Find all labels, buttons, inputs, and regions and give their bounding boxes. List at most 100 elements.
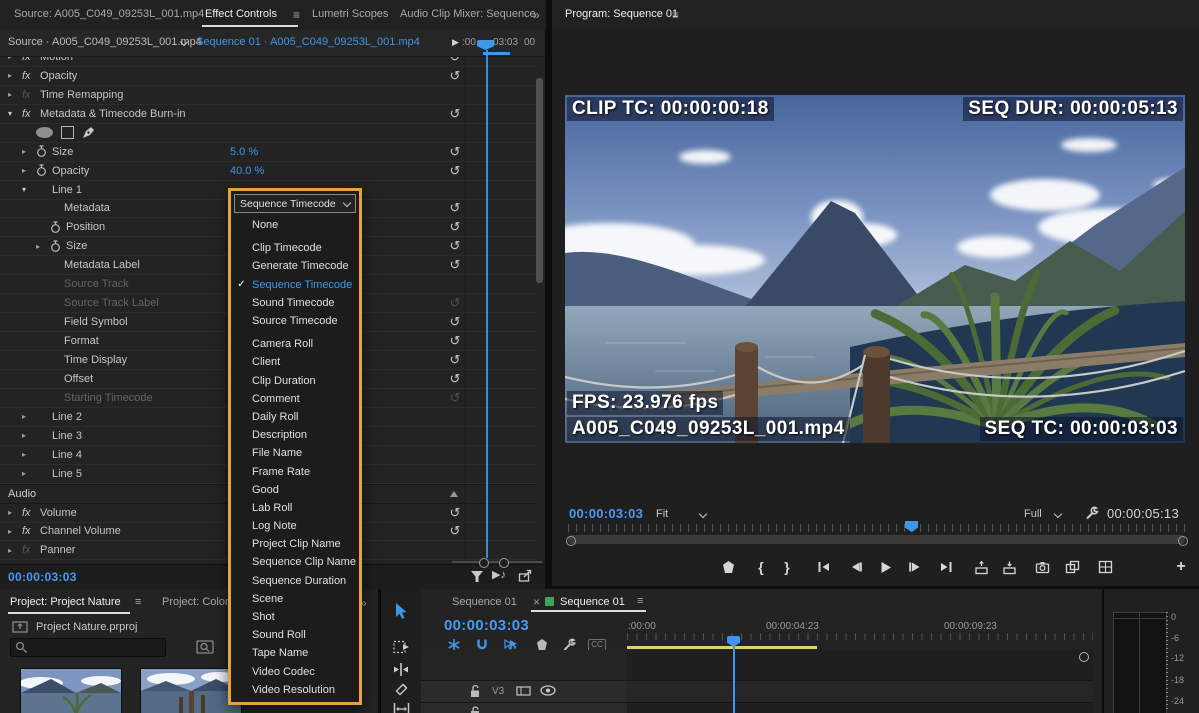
scroll-up-icon[interactable] [450, 491, 458, 497]
effect-row-time-remapping[interactable]: ▸fxTime Remapping [0, 86, 536, 105]
effect-row-opacity[interactable]: ▸fxOpacity↺ [0, 67, 536, 86]
ripple-edit-tool[interactable] [391, 659, 411, 679]
dropdown-item-sound-roll[interactable]: Sound Roll [231, 626, 359, 644]
rect-mask-icon[interactable] [61, 126, 74, 139]
tab-lumetri-scopes[interactable]: Lumetri Scopes [312, 8, 388, 20]
go-to-out-button[interactable] [935, 557, 957, 577]
fx-badge-icon[interactable]: fx [22, 89, 40, 101]
dropdown-item-project-clip-name[interactable]: Project Clip Name [231, 535, 359, 553]
step-forward-button[interactable] [904, 557, 926, 577]
program-current-timecode[interactable]: 00:00:03:03 [569, 506, 643, 521]
filter-properties-icon[interactable] [470, 570, 485, 584]
slip-tool[interactable] [391, 699, 411, 713]
overflow-chevron-icon[interactable]: » [533, 8, 540, 22]
tab-effect-controls[interactable]: Effect Controls [205, 8, 277, 20]
sequence-clip-label[interactable]: Sequence 01 · A005_C049_09253L_001.mp4 [196, 36, 420, 48]
stopwatch-icon[interactable] [50, 240, 66, 253]
dropdown-item-good[interactable]: Good [231, 481, 359, 499]
dropdown-item-client[interactable]: Client [231, 353, 359, 371]
tab-audio-clip-mixer[interactable]: Audio Clip Mixer: Sequence [400, 8, 536, 20]
show-timeline-toggle-icon[interactable]: ▶ [452, 37, 459, 48]
playback-resolution-select[interactable]: Full [1024, 508, 1042, 520]
effect-row-size[interactable]: ▸Size5.0 %↺ [0, 143, 536, 162]
play-button[interactable] [874, 557, 896, 577]
ecp-vertical-scrollbar[interactable] [536, 78, 543, 283]
reset-parameter-icon[interactable]: ↺ [447, 371, 463, 387]
scrollbar-handle-right[interactable] [1178, 536, 1188, 546]
ecp-playhead-line[interactable] [486, 50, 488, 558]
search-input[interactable] [28, 641, 152, 655]
timeline-ruler-ticks[interactable] [627, 633, 1093, 640]
program-video-frame[interactable]: CLIP TC: 00:00:00:18 SEQ DUR: 00:00:05:1… [565, 95, 1185, 443]
reset-parameter-icon[interactable]: ↺ [447, 238, 463, 254]
add-marker-button[interactable] [717, 557, 739, 577]
ecp-zoom-track[interactable] [452, 561, 542, 563]
breadcrumb[interactable]: Project Nature.prproj [36, 621, 138, 633]
reset-parameter-icon[interactable]: ↺ [447, 144, 463, 160]
export-frame-button[interactable] [1031, 557, 1053, 577]
dropdown-item-clip-timecode[interactable]: Clip Timecode [231, 239, 359, 257]
reset-parameter-icon[interactable]: ↺ [447, 314, 463, 330]
tab-project-nature[interactable]: Project: Project Nature [10, 596, 121, 608]
fx-badge-icon[interactable]: fx [22, 507, 40, 519]
track-v2-content[interactable] [627, 703, 1093, 713]
fx-badge-icon[interactable]: fx [22, 544, 40, 556]
disclosure-triangle-icon[interactable]: ▸ [8, 527, 22, 536]
reset-parameter-icon[interactable]: ↺ [447, 68, 463, 84]
stopwatch-icon[interactable] [36, 145, 52, 158]
effect-row-metadata-timecode-burn-in[interactable]: ▾fxMetadata & Timecode Burn-in↺ [0, 105, 536, 124]
track-v3-content[interactable] [627, 681, 1093, 703]
timeline-current-timecode[interactable]: 00:00:03:03 [444, 617, 529, 634]
dropdown-item-source-timecode[interactable]: Source Timecode [231, 312, 359, 330]
timeline-scrollbar-handle[interactable] [1079, 652, 1089, 662]
reset-parameter-icon[interactable]: ↺ [447, 200, 463, 216]
fx-badge-icon[interactable]: fx [22, 108, 40, 120]
razor-tool[interactable] [391, 679, 411, 699]
comparison-view-button[interactable] [1061, 557, 1083, 577]
dropdown-item-frame-rate[interactable]: Frame Rate [231, 462, 359, 480]
reset-parameter-icon[interactable]: ↺ [447, 352, 463, 368]
loop-playback-icon[interactable] [518, 569, 533, 583]
dropdown-item-sequence-timecode[interactable]: ✓Sequence Timecode [231, 276, 359, 294]
stopwatch-icon[interactable] [50, 221, 66, 234]
dropdown-item-scene[interactable]: Scene [231, 590, 359, 608]
reset-parameter-icon[interactable]: ↺ [447, 333, 463, 349]
reset-parameter-icon[interactable]: ↺ [447, 219, 463, 235]
reset-parameter-icon[interactable]: ↺ [447, 523, 463, 539]
tab-sequence-01-inactive[interactable]: Sequence 01 [452, 596, 517, 608]
ecp-zoom-handle-left[interactable] [479, 558, 489, 568]
dropdown-item-video-codec[interactable]: Video Codec [231, 663, 359, 681]
dropdown-item-log-note[interactable]: Log Note [231, 517, 359, 535]
mask-tools-row[interactable] [0, 124, 536, 143]
fx-badge-icon[interactable]: fx [22, 70, 40, 82]
button-editor-button[interactable]: + [1170, 557, 1192, 577]
timeline-panel-menu-icon[interactable]: ≡ [637, 595, 643, 607]
disclosure-triangle-icon[interactable]: ▸ [22, 147, 36, 156]
track-lock-icon[interactable] [469, 706, 481, 713]
panel-menu-icon[interactable]: ≡ [293, 8, 300, 22]
search-box[interactable] [10, 638, 166, 657]
dropdown-item-video-resolution[interactable]: Video Resolution [231, 681, 359, 699]
selection-tool[interactable] [391, 602, 411, 622]
source-clip-label[interactable]: Source · A005_C049_09253L_001.mp4 [8, 36, 202, 48]
tab-program-monitor[interactable]: Program: Sequence 01 [565, 8, 678, 20]
property-value[interactable]: 40.0 % [230, 165, 264, 177]
program-scrub-ruler[interactable] [568, 524, 1185, 532]
disclosure-triangle-icon[interactable]: ▸ [8, 508, 22, 517]
program-panel-menu-icon[interactable]: ≡ [672, 8, 679, 22]
thumbnail-clip-2[interactable] [140, 668, 242, 713]
program-scrollbar[interactable] [568, 535, 1185, 544]
disclosure-triangle-icon[interactable]: ▸ [8, 546, 22, 555]
navigate-up-icon[interactable] [12, 620, 28, 633]
ecp-current-timecode[interactable]: 00:00:03:03 [8, 570, 77, 584]
disclosure-triangle-icon[interactable]: ▸ [22, 450, 36, 459]
property-value[interactable]: 5.0 % [230, 146, 258, 158]
dropdown-item-sequence-duration[interactable]: Sequence Duration [231, 572, 359, 590]
multi-camera-view-button[interactable] [1094, 557, 1116, 577]
dropdown-item-clip-duration[interactable]: Clip Duration [231, 372, 359, 390]
disclosure-triangle-icon[interactable]: ▸ [8, 71, 22, 80]
reset-parameter-icon[interactable]: ↺ [447, 295, 463, 311]
lift-button[interactable] [970, 557, 992, 577]
reset-parameter-icon[interactable]: ↺ [447, 390, 463, 406]
reset-parameter-icon[interactable]: ↺ [447, 163, 463, 179]
